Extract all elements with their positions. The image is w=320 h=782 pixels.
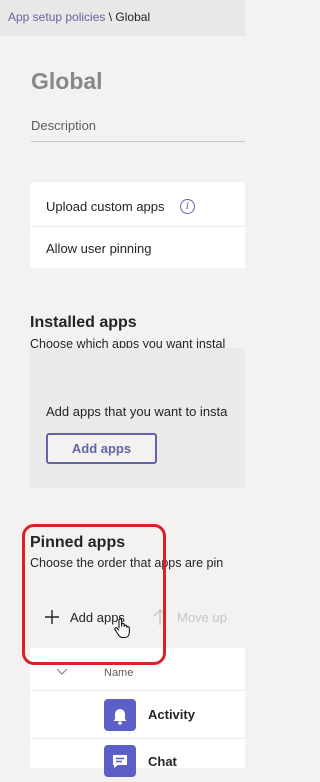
activity-app-icon [104, 699, 136, 731]
upload-custom-apps-label: Upload custom apps [46, 199, 165, 214]
installed-apps-empty-text: Add apps that you want to insta [46, 404, 228, 419]
breadcrumb: App setup policies \ Global [8, 10, 150, 24]
breadcrumb-link-app-setup-policies[interactable]: App setup policies [8, 10, 105, 24]
description-field[interactable]: Description [31, 118, 96, 133]
installed-add-apps-button[interactable]: Add apps [46, 433, 157, 464]
app-name-chat: Chat [148, 754, 177, 769]
settings-divider [30, 226, 245, 227]
chevron-down-icon[interactable] [56, 668, 68, 676]
move-up-button[interactable]: Move up [177, 610, 227, 625]
chat-icon [113, 755, 127, 768]
page-title: Global [31, 68, 103, 94]
breadcrumb-separator: \ [105, 10, 116, 24]
pinned-apps-table [30, 648, 245, 768]
hand-cursor-icon [114, 618, 130, 638]
bell-icon [113, 709, 127, 725]
table-row-divider [30, 738, 245, 739]
app-name-activity: Activity [148, 707, 195, 722]
allow-user-pinning-label: Allow user pinning [46, 241, 152, 256]
highlight-annotation [22, 524, 166, 665]
chat-app-icon [104, 745, 136, 777]
info-icon[interactable]: i [180, 199, 195, 214]
description-underline [31, 141, 245, 142]
breadcrumb-current: Global [115, 10, 151, 24]
column-header-name[interactable]: Name [104, 667, 133, 679]
table-header-divider [30, 690, 245, 691]
installed-apps-heading: Installed apps [30, 314, 137, 331]
